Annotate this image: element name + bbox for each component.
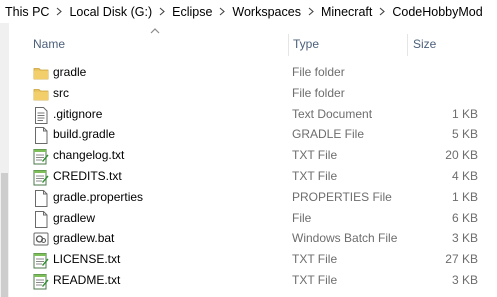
column-divider[interactable] — [407, 34, 408, 56]
generic-file-icon — [32, 126, 50, 144]
breadcrumb-separator-icon[interactable] — [304, 7, 318, 16]
file-size: 5 KB — [451, 127, 478, 141]
breadcrumb-separator-icon[interactable] — [375, 7, 389, 16]
text-document-icon — [32, 106, 50, 124]
file-name: build.gradle — [53, 127, 116, 141]
file-row[interactable]: .gitignore Text Document 1 KB — [9, 104, 497, 125]
file-name: gradle.properties — [53, 190, 144, 204]
notepadpp-file-icon — [32, 168, 50, 186]
file-type: Text Document — [292, 107, 373, 121]
file-type: PROPERTIES File — [292, 190, 392, 204]
file-row[interactable]: gradle File folder — [9, 62, 497, 83]
file-size: 6 KB — [451, 211, 478, 225]
column-divider[interactable] — [288, 34, 289, 56]
notepadpp-file-icon — [32, 251, 50, 269]
file-size: 1 KB — [451, 107, 478, 121]
notepadpp-file-icon — [32, 272, 50, 290]
file-type: File — [292, 211, 312, 225]
breadcrumb-item[interactable]: Minecraft — [318, 5, 375, 19]
notepadpp-file-icon — [32, 147, 50, 165]
file-name: README.txt — [53, 273, 121, 287]
file-type: TXT File — [292, 148, 338, 162]
file-type: TXT File — [292, 273, 338, 287]
folder-icon — [32, 64, 50, 82]
column-header-row: Name Type Size — [9, 32, 497, 56]
file-name: gradle — [53, 65, 87, 79]
column-header-type[interactable]: Type — [293, 32, 319, 56]
breadcrumb-item[interactable]: Eclipse — [169, 5, 215, 19]
file-type: GRADLE File — [292, 127, 365, 141]
file-name: src — [53, 86, 69, 100]
folder-icon — [32, 85, 50, 103]
file-type: TXT File — [292, 252, 338, 266]
left-pane-scrollbar[interactable] — [0, 23, 9, 297]
file-type: File folder — [292, 65, 345, 79]
file-size: 20 KB — [445, 148, 478, 162]
breadcrumb-separator-icon[interactable] — [155, 7, 169, 16]
file-name: gradlew — [53, 211, 96, 225]
breadcrumb-item[interactable]: Local Disk (G:) — [66, 5, 155, 19]
file-size: 27 KB — [445, 252, 478, 266]
file-row[interactable]: LICENSE.txt TXT File 27 KB — [9, 249, 497, 270]
file-size: 1 KB — [451, 190, 478, 204]
file-row[interactable]: README.txt TXT File 3 KB — [9, 270, 497, 291]
file-name: .gitignore — [53, 107, 103, 121]
generic-file-icon — [32, 210, 50, 228]
column-header-name[interactable]: Name — [33, 32, 65, 56]
file-type: File folder — [292, 86, 345, 100]
file-size: 3 KB — [451, 231, 478, 245]
file-name: CREDITS.txt — [53, 169, 122, 183]
file-name: LICENSE.txt — [53, 252, 121, 266]
file-name: gradlew.bat — [53, 231, 115, 245]
breadcrumb-item[interactable]: CodeHobbyMod — [389, 5, 485, 19]
generic-file-icon — [32, 189, 50, 207]
file-name: changelog.txt — [53, 148, 125, 162]
file-type: TXT File — [292, 169, 338, 183]
file-row[interactable]: CREDITS.txt TXT File 4 KB — [9, 166, 497, 187]
column-header-size[interactable]: Size — [413, 32, 436, 56]
file-row[interactable]: build.gradle GRADLE File 5 KB — [9, 124, 497, 145]
file-size: 4 KB — [451, 169, 478, 183]
breadcrumb-separator-icon[interactable] — [215, 7, 229, 16]
batch-file-icon — [32, 230, 50, 248]
breadcrumb-item[interactable]: This PC — [2, 5, 52, 19]
scrollbar-thumb[interactable] — [1, 173, 8, 297]
file-size: 3 KB — [451, 273, 478, 287]
file-row[interactable]: src File folder — [9, 83, 497, 104]
file-row[interactable]: gradle.properties PROPERTIES File 1 KB — [9, 187, 497, 208]
address-bar[interactable]: This PC Local Disk (G:) Eclipse Workspaces M… — [0, 0, 497, 23]
file-row[interactable]: gradlew File 6 KB — [9, 208, 497, 229]
breadcrumb-item[interactable]: Workspaces — [229, 5, 304, 19]
file-row[interactable]: gradlew.bat Windows Batch File 3 KB — [9, 228, 497, 249]
file-row[interactable]: changelog.txt TXT File 20 KB — [9, 145, 497, 166]
file-type: Windows Batch File — [292, 231, 398, 245]
breadcrumb-separator-icon[interactable] — [52, 7, 66, 16]
